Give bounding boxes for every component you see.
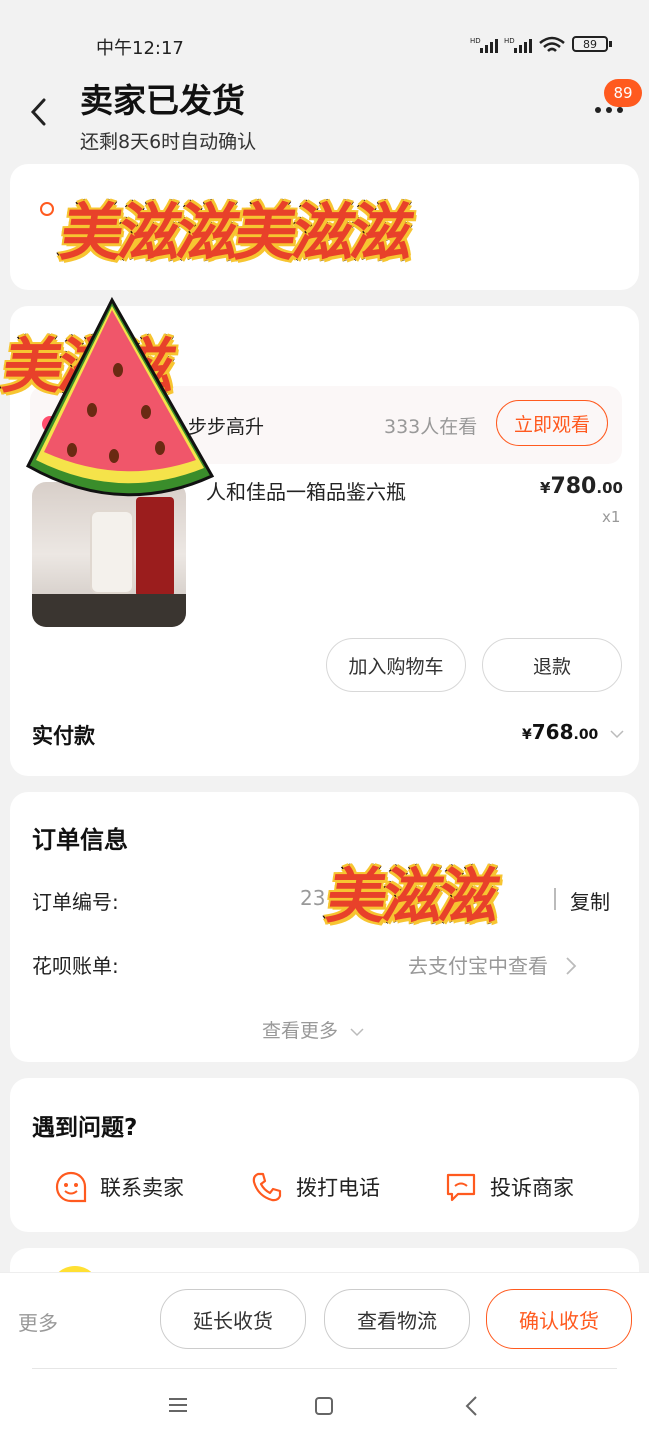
battery-icon: 89 bbox=[572, 36, 608, 52]
watermelon-icon bbox=[26, 296, 215, 497]
huabei-label: 花呗账单: bbox=[32, 954, 119, 978]
contact-seller-label: 联系卖家 bbox=[100, 1176, 184, 1200]
menu-icon bbox=[169, 1398, 187, 1412]
complain-label: 投诉商家 bbox=[490, 1176, 574, 1200]
sticker-meizizi-top: 美滋滋美滋滋 bbox=[55, 195, 416, 271]
confirm-receipt-label: 确认收货 bbox=[519, 1308, 599, 1333]
back-nav-button[interactable] bbox=[464, 1395, 480, 1421]
more-link[interactable]: 更多 bbox=[18, 1307, 58, 1336]
watch-now-button[interactable]: 立即观看 bbox=[496, 400, 608, 446]
home-nav-button[interactable] bbox=[314, 1396, 334, 1420]
extend-receipt-label: 延长收货 bbox=[193, 1308, 273, 1333]
help-title: 遇到问题? bbox=[32, 1115, 138, 1141]
copy-button[interactable]: 复制 bbox=[570, 886, 610, 915]
sticker-meizizi-middle: 美滋滋 bbox=[321, 861, 502, 934]
chevron-down-icon bbox=[350, 1028, 364, 1037]
smile-chat-icon bbox=[55, 1171, 87, 1203]
svg-text:HD: HD bbox=[504, 37, 515, 45]
badge-count: 89 bbox=[613, 84, 633, 102]
order-no-value: 23 bbox=[300, 886, 326, 910]
back-triangle-icon bbox=[465, 1396, 477, 1416]
chevron-right-icon bbox=[566, 957, 577, 975]
refund-button[interactable]: 退款 bbox=[482, 638, 622, 692]
nav-divider bbox=[32, 1368, 617, 1369]
notification-badge: 89 bbox=[604, 79, 642, 107]
phone-icon bbox=[252, 1172, 282, 1202]
help-card: 遇到问题? 联系卖家 拨打电话 投诉商家 bbox=[10, 1078, 639, 1232]
page-title: 卖家已发货 bbox=[80, 81, 245, 120]
home-square-icon bbox=[315, 1397, 333, 1415]
status-time: 中午12:17 bbox=[96, 38, 184, 59]
view-logistics-label: 查看物流 bbox=[357, 1308, 437, 1333]
view-more-button[interactable]: 查看更多 bbox=[262, 1016, 364, 1043]
watch-now-label: 立即观看 bbox=[513, 413, 590, 436]
page-subtitle: 还剩8天6时自动确认 bbox=[80, 131, 257, 153]
product-quantity: x1 bbox=[602, 508, 621, 526]
chevron-down-icon bbox=[610, 730, 624, 739]
battery-level: 89 bbox=[583, 37, 597, 51]
product-title[interactable]: 人和佳品一箱品鉴六瓶 bbox=[206, 476, 406, 505]
back-arrow-icon bbox=[30, 98, 46, 126]
refund-label: 退款 bbox=[532, 655, 571, 678]
wifi-icon bbox=[538, 36, 566, 58]
menu-nav-button[interactable] bbox=[168, 1396, 190, 1418]
complaint-chat-icon bbox=[446, 1173, 476, 1202]
huabei-value: 去支付宝中查看 bbox=[408, 954, 548, 978]
call-label: 拨打电话 bbox=[296, 1176, 380, 1200]
system-nav-bar bbox=[0, 1368, 649, 1443]
confirm-receipt-button[interactable]: 确认收货 bbox=[486, 1289, 632, 1349]
divider bbox=[554, 888, 556, 910]
back-button[interactable] bbox=[26, 96, 54, 128]
signal-icon-2: HD bbox=[504, 36, 534, 58]
contact-seller-button[interactable]: 联系卖家 bbox=[54, 1170, 184, 1204]
payment-label: 实付款 bbox=[32, 724, 95, 748]
live-viewers: 333人在看 bbox=[384, 416, 478, 438]
call-button[interactable]: 拨打电话 bbox=[250, 1170, 380, 1204]
signal-icon: HD bbox=[470, 36, 500, 58]
logistics-dot-icon bbox=[40, 202, 54, 216]
watermelon-sticker bbox=[22, 296, 218, 516]
net1-label: HD bbox=[470, 37, 481, 45]
payment-amount[interactable]: ¥768.00 bbox=[522, 720, 624, 744]
extend-receipt-button[interactable]: 延长收货 bbox=[160, 1289, 306, 1349]
order-no-label: 订单编号: bbox=[32, 890, 119, 914]
huabei-link[interactable]: 去支付宝中查看 bbox=[408, 950, 578, 979]
add-to-cart-label: 加入购物车 bbox=[348, 655, 444, 678]
product-price: ¥780.00 bbox=[540, 474, 623, 499]
add-to-cart-button[interactable]: 加入购物车 bbox=[326, 638, 466, 692]
status-bar: 中午12:17 HD HD 89 bbox=[0, 0, 649, 70]
bottom-action-bar: 更多 延长收货 查看物流 确认收货 bbox=[0, 1272, 649, 1369]
complain-button[interactable]: 投诉商家 bbox=[444, 1170, 574, 1204]
order-info-title: 订单信息 bbox=[32, 826, 128, 854]
view-more-label: 查看更多 bbox=[262, 1020, 339, 1042]
view-logistics-button[interactable]: 查看物流 bbox=[324, 1289, 470, 1349]
